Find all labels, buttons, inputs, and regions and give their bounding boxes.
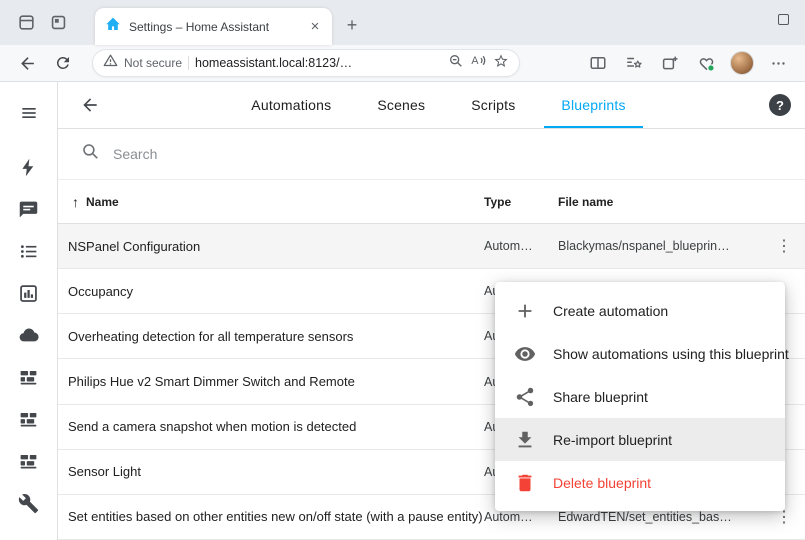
profile-avatar[interactable] [725, 48, 759, 78]
row-type: Autom… [484, 510, 558, 524]
zoom-icon[interactable] [448, 53, 464, 74]
menu-item-share-blueprint[interactable]: Share blueprint [495, 375, 785, 418]
row-name: Sensor Light [68, 464, 484, 479]
menu-item-label: Share blueprint [553, 389, 648, 405]
section-tabs: Automations Scenes Scripts Blueprints [108, 82, 769, 128]
tab-automations[interactable]: Automations [228, 82, 354, 128]
home-assistant-favicon [105, 16, 121, 37]
help-icon[interactable]: ? [769, 94, 791, 116]
share-icon [514, 386, 536, 408]
module-icon-3[interactable] [5, 440, 53, 482]
row-name: Set entities based on other entities new… [68, 509, 484, 524]
row-name: Overheating detection for all temperatur… [68, 329, 484, 344]
search-icon [81, 142, 100, 166]
menu-item-show-automations[interactable]: Show automations using this blueprint [495, 332, 785, 375]
search-bar[interactable] [58, 129, 805, 180]
module-icon-1[interactable] [5, 356, 53, 398]
eye-icon [514, 343, 536, 365]
read-aloud-icon[interactable]: A [470, 52, 487, 74]
svg-text:A: A [471, 55, 479, 67]
avatar [730, 51, 754, 75]
menu-item-delete-blueprint[interactable]: Delete blueprint [495, 461, 785, 504]
menu-item-label: Re-import blueprint [553, 432, 672, 448]
table-header: ↑ Name Type File name [58, 180, 805, 224]
new-tab-icon[interactable]: + [340, 13, 364, 37]
row-type: Autom… [484, 239, 558, 253]
row-name: Occupancy [68, 284, 484, 299]
download-icon [514, 429, 536, 451]
page-back-icon[interactable] [72, 87, 108, 123]
menu-item-label: Show automations using this blueprint [553, 346, 789, 362]
search-input[interactable] [113, 146, 413, 162]
row-name: Philips Hue v2 Smart Dimmer Switch and R… [68, 374, 484, 389]
browser-toolbar: Not secure homeassistant.local:8123/… A [0, 45, 805, 82]
workspaces-icon[interactable] [10, 8, 42, 38]
logbook-icon[interactable] [5, 230, 53, 272]
menu-item-label: Delete blueprint [553, 475, 651, 491]
divider [188, 56, 189, 70]
browser-tabstrip: Settings – Home Assistant × + [0, 0, 805, 45]
url-text[interactable]: homeassistant.local:8123/… [195, 56, 442, 70]
trash-icon [514, 472, 536, 494]
split-screen-icon[interactable] [581, 48, 615, 78]
row-name: NSPanel Configuration [68, 239, 484, 254]
menu-item-create-automation[interactable]: Create automation [495, 289, 785, 332]
security-label: Not secure [124, 56, 182, 70]
tab-scenes[interactable]: Scenes [354, 82, 448, 128]
plus-icon [514, 300, 536, 322]
tab-title: Settings – Home Assistant [129, 20, 298, 34]
cloud-icon[interactable] [5, 314, 53, 356]
browser-essentials-icon[interactable] [689, 48, 723, 78]
browser-tab[interactable]: Settings – Home Assistant × [95, 8, 332, 45]
favorite-star-icon[interactable] [493, 53, 509, 74]
sort-ascending-icon[interactable]: ↑ [72, 194, 79, 210]
row-file: Blackymas/nspanel_blueprin… [558, 239, 763, 253]
refresh-icon[interactable] [46, 48, 80, 78]
menu-item-reimport-blueprint[interactable]: Re-import blueprint [495, 418, 785, 461]
collections-icon[interactable] [653, 48, 687, 78]
tab-close-icon[interactable]: × [306, 18, 324, 36]
forum-icon[interactable] [5, 188, 53, 230]
column-file-name[interactable]: File name [558, 195, 763, 209]
table-row[interactable]: NSPanel Configuration Autom… Blackymas/n… [58, 224, 805, 269]
settings-more-icon[interactable] [761, 48, 795, 78]
tab-actions-icon[interactable] [42, 8, 74, 38]
column-name[interactable]: ↑ Name [72, 194, 484, 210]
row-file: EdwardTEN/set_entities_bas… [558, 510, 763, 524]
tab-scripts[interactable]: Scripts [448, 82, 538, 128]
row-overflow-menu-icon[interactable]: ⋮ [763, 236, 805, 256]
menu-item-label: Create automation [553, 303, 668, 319]
module-icon-2[interactable] [5, 398, 53, 440]
tab-blueprints[interactable]: Blueprints [538, 82, 648, 128]
column-type[interactable]: Type [484, 195, 558, 209]
page-header: Automations Scenes Scripts Blueprints ? [58, 82, 805, 129]
menu-hamburger-icon[interactable] [5, 92, 53, 134]
energy-icon[interactable] [5, 146, 53, 188]
back-icon[interactable] [10, 48, 44, 78]
not-secure-warning-icon [103, 53, 118, 73]
column-name-label: Name [86, 195, 119, 209]
blueprint-context-menu: Create automation Show automations using… [495, 282, 785, 511]
maximize-icon[interactable] [778, 14, 789, 25]
history-chart-icon[interactable] [5, 272, 53, 314]
row-name: Send a camera snapshot when motion is de… [68, 419, 484, 434]
address-bar[interactable]: Not secure homeassistant.local:8123/… A [92, 49, 520, 77]
favorites-icon[interactable] [617, 48, 651, 78]
ha-sidebar [0, 82, 58, 540]
tools-wrench-icon[interactable] [5, 482, 53, 524]
